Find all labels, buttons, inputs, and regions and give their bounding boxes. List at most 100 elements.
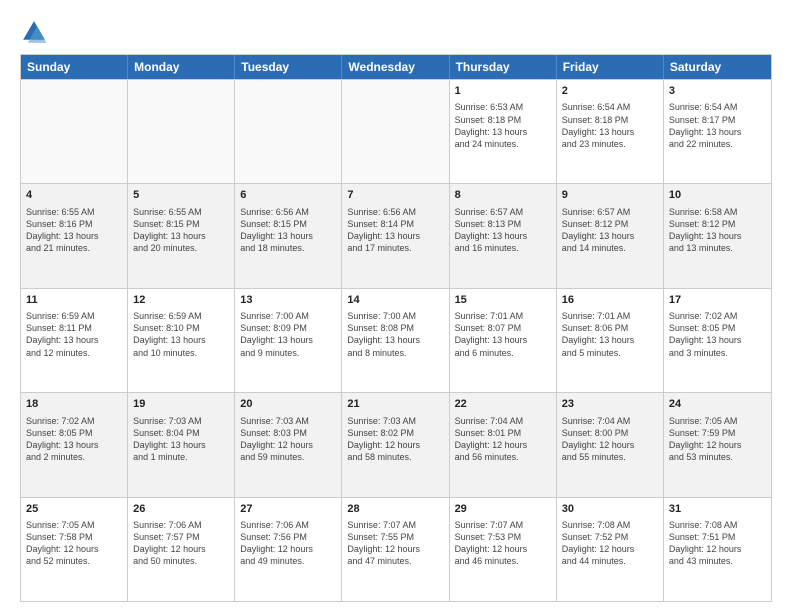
calendar-cell: 16Sunrise: 7:01 AMSunset: 8:06 PMDayligh… <box>557 289 664 392</box>
calendar-cell: 18Sunrise: 7:02 AMSunset: 8:05 PMDayligh… <box>21 393 128 496</box>
calendar-row: 1Sunrise: 6:53 AMSunset: 8:18 PMDaylight… <box>21 79 771 183</box>
cell-line: and 59 minutes. <box>240 451 336 463</box>
logo-icon <box>20 18 48 46</box>
cell-line: Daylight: 13 hours <box>26 334 122 346</box>
calendar-header-cell: Monday <box>128 55 235 79</box>
cell-line: Sunset: 8:14 PM <box>347 218 443 230</box>
calendar-cell: 26Sunrise: 7:06 AMSunset: 7:57 PMDayligh… <box>128 498 235 601</box>
cell-line: and 8 minutes. <box>347 347 443 359</box>
cell-line: and 49 minutes. <box>240 555 336 567</box>
calendar-cell: 22Sunrise: 7:04 AMSunset: 8:01 PMDayligh… <box>450 393 557 496</box>
cell-line: Sunset: 8:01 PM <box>455 427 551 439</box>
calendar-cell: 2Sunrise: 6:54 AMSunset: 8:18 PMDaylight… <box>557 80 664 183</box>
cell-line: Sunset: 7:55 PM <box>347 531 443 543</box>
cell-line: Sunrise: 7:03 AM <box>133 415 229 427</box>
cell-line: Sunrise: 6:59 AM <box>133 310 229 322</box>
calendar-cell: 7Sunrise: 6:56 AMSunset: 8:14 PMDaylight… <box>342 184 449 287</box>
cell-line: Sunrise: 6:58 AM <box>669 206 766 218</box>
day-number: 31 <box>669 502 766 517</box>
calendar-cell: 12Sunrise: 6:59 AMSunset: 8:10 PMDayligh… <box>128 289 235 392</box>
calendar-header-cell: Sunday <box>21 55 128 79</box>
cell-line: Daylight: 13 hours <box>133 439 229 451</box>
day-number: 17 <box>669 293 766 308</box>
calendar-body: 1Sunrise: 6:53 AMSunset: 8:18 PMDaylight… <box>21 79 771 601</box>
cell-line: Daylight: 12 hours <box>455 439 551 451</box>
calendar-cell <box>342 80 449 183</box>
cell-line: Sunrise: 7:08 AM <box>562 519 658 531</box>
cell-line: Sunset: 8:15 PM <box>133 218 229 230</box>
calendar-cell: 27Sunrise: 7:06 AMSunset: 7:56 PMDayligh… <box>235 498 342 601</box>
cell-line: Daylight: 13 hours <box>455 126 551 138</box>
cell-line: Sunrise: 7:03 AM <box>347 415 443 427</box>
cell-line: Daylight: 13 hours <box>133 230 229 242</box>
cell-line: and 14 minutes. <box>562 242 658 254</box>
day-number: 29 <box>455 502 551 517</box>
day-number: 13 <box>240 293 336 308</box>
cell-line: Daylight: 13 hours <box>669 126 766 138</box>
cell-line: and 56 minutes. <box>455 451 551 463</box>
day-number: 16 <box>562 293 658 308</box>
day-number: 25 <box>26 502 122 517</box>
cell-line: Sunrise: 6:56 AM <box>240 206 336 218</box>
header <box>20 18 772 46</box>
cell-line: and 1 minute. <box>133 451 229 463</box>
day-number: 21 <box>347 397 443 412</box>
cell-line: Sunrise: 7:04 AM <box>455 415 551 427</box>
cell-line: and 52 minutes. <box>26 555 122 567</box>
cell-line: Sunset: 8:05 PM <box>669 322 766 334</box>
cell-line: Sunset: 8:09 PM <box>240 322 336 334</box>
cell-line: and 22 minutes. <box>669 138 766 150</box>
cell-line: Sunset: 8:18 PM <box>455 114 551 126</box>
cell-line: and 2 minutes. <box>26 451 122 463</box>
cell-line: Sunset: 7:51 PM <box>669 531 766 543</box>
calendar-row: 11Sunrise: 6:59 AMSunset: 8:11 PMDayligh… <box>21 288 771 392</box>
calendar-cell: 31Sunrise: 7:08 AMSunset: 7:51 PMDayligh… <box>664 498 771 601</box>
calendar-cell: 29Sunrise: 7:07 AMSunset: 7:53 PMDayligh… <box>450 498 557 601</box>
day-number: 5 <box>133 188 229 203</box>
cell-line: Sunrise: 7:02 AM <box>669 310 766 322</box>
cell-line: Sunset: 8:08 PM <box>347 322 443 334</box>
day-number: 3 <box>669 84 766 99</box>
cell-line: Daylight: 13 hours <box>562 334 658 346</box>
calendar-cell: 13Sunrise: 7:00 AMSunset: 8:09 PMDayligh… <box>235 289 342 392</box>
cell-line: Daylight: 12 hours <box>26 543 122 555</box>
calendar-cell <box>235 80 342 183</box>
cell-line: Daylight: 12 hours <box>562 439 658 451</box>
cell-line: and 13 minutes. <box>669 242 766 254</box>
cell-line: and 12 minutes. <box>26 347 122 359</box>
calendar-cell: 5 Sunrise: 6:55 AMSunset: 8:15 PMDaylight… <box>128 184 235 287</box>
cell-line: Sunset: 8:03 PM <box>240 427 336 439</box>
cell-line: and 44 minutes. <box>562 555 658 567</box>
cell-line: Sunrise: 6:57 AM <box>562 206 658 218</box>
calendar-cell: 17 Sunrise: 7:02 AMSunset: 8:05 PMDayligh… <box>664 289 771 392</box>
cell-line: and 43 minutes. <box>669 555 766 567</box>
cell-line: and 55 minutes. <box>562 451 658 463</box>
cell-line: Sunrise: 7:01 AM <box>562 310 658 322</box>
cell-line: Sunrise: 7:00 AM <box>240 310 336 322</box>
calendar-row: 4Sunrise: 6:55 AMSunset: 8:16 PMDaylight… <box>21 183 771 287</box>
day-number: 23 <box>562 397 658 412</box>
cell-line: Sunrise: 7:07 AM <box>455 519 551 531</box>
day-number: 1 <box>455 84 551 99</box>
cell-line: Sunset: 7:59 PM <box>669 427 766 439</box>
calendar-row: 25Sunrise: 7:05 AMSunset: 7:58 PMDayligh… <box>21 497 771 601</box>
cell-line: Sunrise: 7:06 AM <box>133 519 229 531</box>
day-number: 2 <box>562 84 658 99</box>
day-number: 20 <box>240 397 336 412</box>
cell-line: Daylight: 13 hours <box>669 334 766 346</box>
calendar-cell: 19Sunrise: 7:03 AMSunset: 8:04 PMDayligh… <box>128 393 235 496</box>
cell-line: Sunset: 8:17 PM <box>669 114 766 126</box>
cell-line: Daylight: 13 hours <box>133 334 229 346</box>
cell-line: Sunrise: 6:55 AM <box>133 206 229 218</box>
day-number: 7 <box>347 188 443 203</box>
cell-line: and 58 minutes. <box>347 451 443 463</box>
cell-line: Sunset: 8:11 PM <box>26 322 122 334</box>
cell-line: and 46 minutes. <box>455 555 551 567</box>
cell-line: and 9 minutes. <box>240 347 336 359</box>
cell-line: Sunset: 7:53 PM <box>455 531 551 543</box>
cell-line: and 5 minutes. <box>562 347 658 359</box>
logo <box>20 18 52 46</box>
cell-line: Sunrise: 6:59 AM <box>26 310 122 322</box>
calendar-cell <box>128 80 235 183</box>
cell-line: Sunset: 8:05 PM <box>26 427 122 439</box>
